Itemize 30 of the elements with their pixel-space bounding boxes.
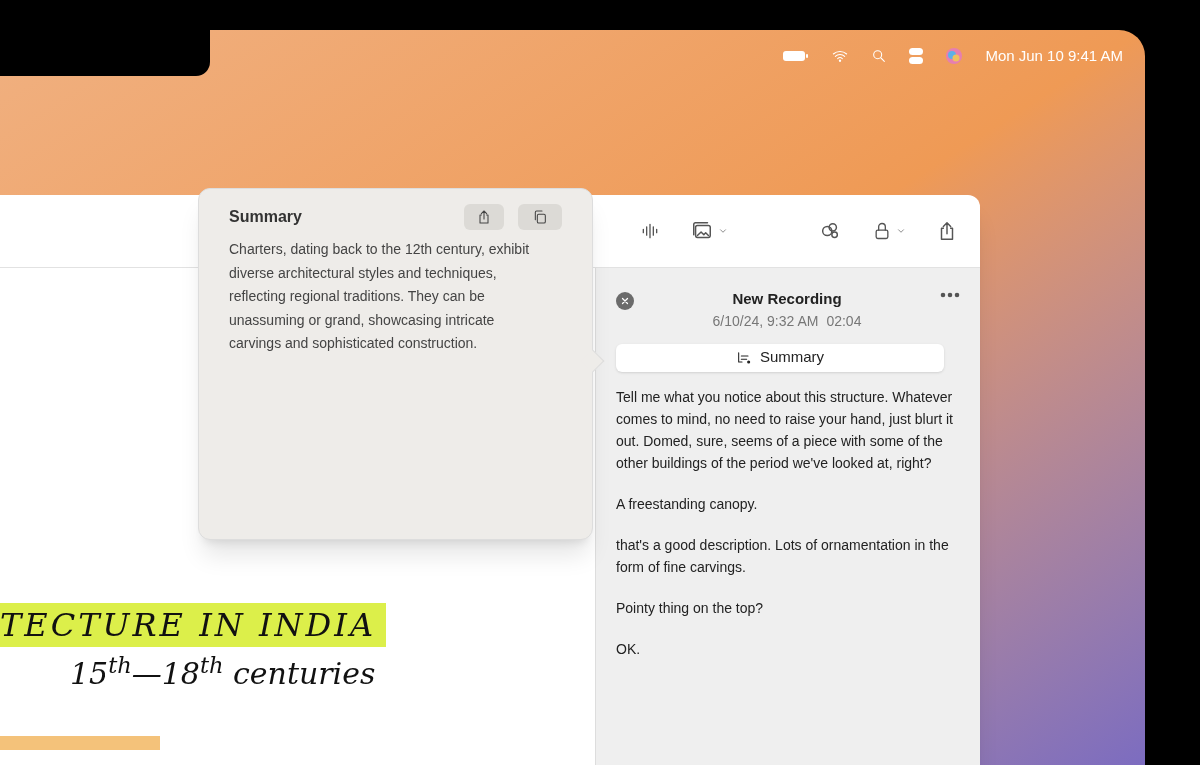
close-icon: [620, 296, 630, 306]
more-button[interactable]: [940, 290, 960, 300]
summary-text: Charters, dating back to the 12th century, exhibit diverse architectural styles and techniques, reflecting regional traditions. They can be unassuming or grand, showcasing intricate carvings and sophisticated construction.: [229, 240, 531, 353]
waveform-icon: [640, 221, 660, 241]
menu-bar-clock: Mon Jun 10 9:41 AM: [985, 45, 1123, 66]
chevron-icon: [896, 226, 906, 236]
summary-icon: [735, 349, 752, 366]
transcript-paragraph: Tell me what you notice about this structure. Whatever comes to mind, no need to raise your hand, just blurt it out. Domed, sure, seems of a piece with some of the other buildings of the period we've looked at, right?: [616, 387, 954, 473]
share-icon: [476, 209, 492, 225]
handwritten-subheading: 15$^{th}$—18$^{th}$ centuries: [70, 651, 377, 693]
battery-icon: [783, 50, 810, 62]
control-center-icon: [909, 47, 924, 65]
copy-button[interactable]: [518, 204, 562, 230]
popover-title: Summary: [229, 207, 303, 227]
handwritten-heading: TECTURE IN INDIA: [0, 603, 386, 647]
ellipsis-icon: [940, 290, 960, 300]
recording-duration: 02:04: [826, 311, 862, 331]
recording-title: New Recording: [732, 289, 842, 309]
summary-button[interactable]: Summary: [616, 343, 944, 372]
transcript-paragraph: A freestanding canopy.: [616, 494, 759, 514]
copy-icon: [532, 209, 548, 225]
transcript-paragraph: that's a good description. Lots of ornamentation in the form of fine carvings.: [616, 535, 950, 577]
transcript-paragraph: Pointy thing on the top?: [616, 598, 765, 618]
chevron-icon: [718, 226, 728, 236]
wifi-icon: [831, 48, 850, 64]
transcript-paragraph: OK.: [616, 639, 642, 659]
search-icon: [871, 48, 888, 64]
recording-date: 6/10/24, 9:32 AM: [712, 311, 819, 331]
assistant-orb-icon: [945, 47, 964, 65]
close-button[interactable]: [616, 292, 634, 310]
